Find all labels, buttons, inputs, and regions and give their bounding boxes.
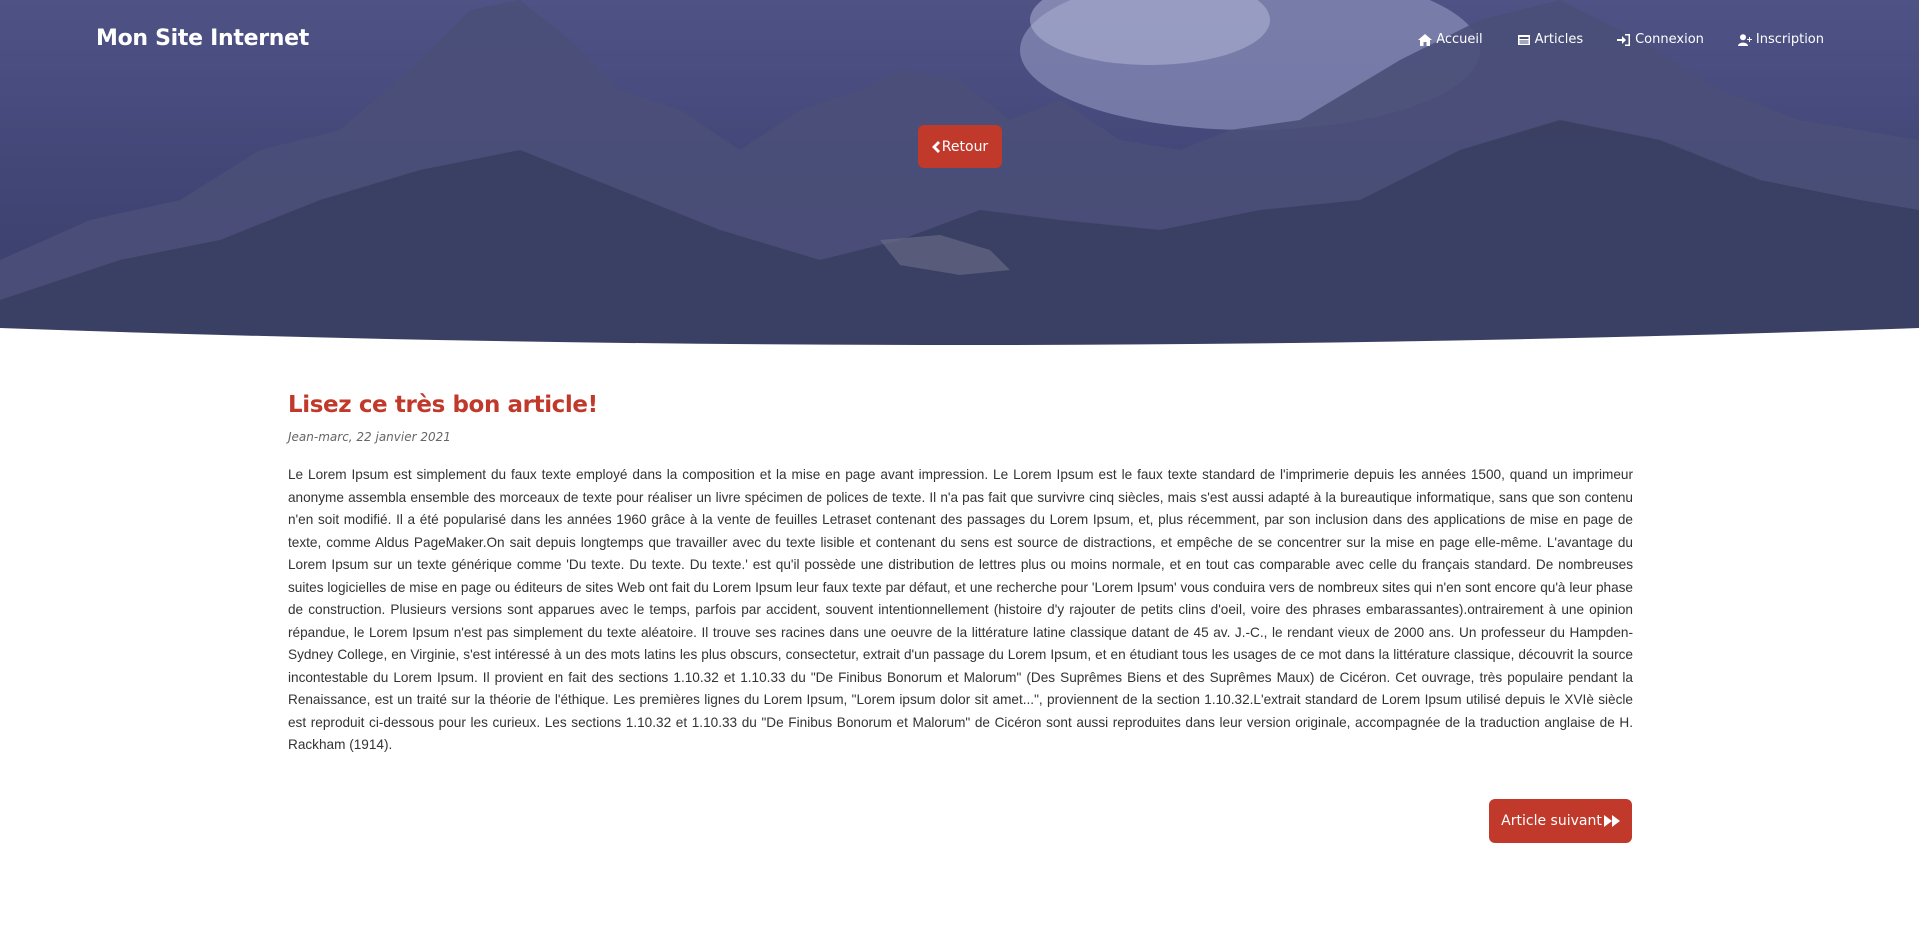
nav-item-inscription[interactable]: Inscription [1737, 32, 1824, 47]
back-button-label: Retour [941, 138, 989, 155]
hero-banner: Mon Site Internet Accueil Articles Conne… [0, 0, 1919, 352]
home-icon [1418, 33, 1433, 46]
next-article-button[interactable]: Article suivant [1489, 799, 1632, 843]
newspaper-icon [1517, 34, 1530, 45]
article-body: Le Lorem Ipsum est simplement du faux te… [288, 467, 1633, 752]
mountain-background-image [0, 0, 1919, 352]
nav-label: Articles [1534, 32, 1584, 47]
nav-label: Accueil [1436, 32, 1483, 47]
nav-item-connexion[interactable]: Connexion [1617, 32, 1704, 47]
main-nav: Accueil Articles Connexion Inscription [1418, 32, 1824, 47]
hero-wave-divider [0, 328, 1919, 352]
sign-in-icon [1617, 33, 1631, 46]
user-plus-icon [1737, 33, 1752, 46]
article: Lisez ce très bon article! Jean-marc, 22… [288, 392, 1633, 757]
nav-label: Connexion [1635, 32, 1704, 47]
article-byline: Jean-marc, 22 janvier 2021 [288, 430, 451, 444]
back-button[interactable]: Retour [918, 125, 1002, 168]
fast-forward-icon [1603, 815, 1620, 827]
site-brand[interactable]: Mon Site Internet [96, 26, 309, 51]
nav-item-accueil[interactable]: Accueil [1418, 32, 1483, 47]
article-title: Lisez ce très bon article! [288, 392, 598, 418]
nav-label: Inscription [1755, 32, 1824, 47]
next-article-label: Article suivant [1501, 813, 1602, 829]
chevron-left-icon [931, 140, 940, 153]
nav-item-articles[interactable]: Articles [1517, 32, 1583, 47]
